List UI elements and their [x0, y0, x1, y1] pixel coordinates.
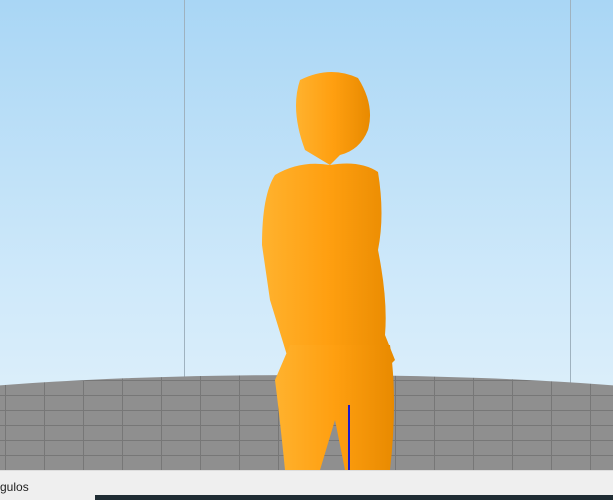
3d-model-figure[interactable] [0, 0, 613, 470]
panel-strip [95, 495, 613, 500]
bottom-bar-label: gulos [0, 480, 29, 494]
3d-viewport[interactable] [0, 0, 613, 470]
bottom-bar: gulos [0, 470, 613, 500]
